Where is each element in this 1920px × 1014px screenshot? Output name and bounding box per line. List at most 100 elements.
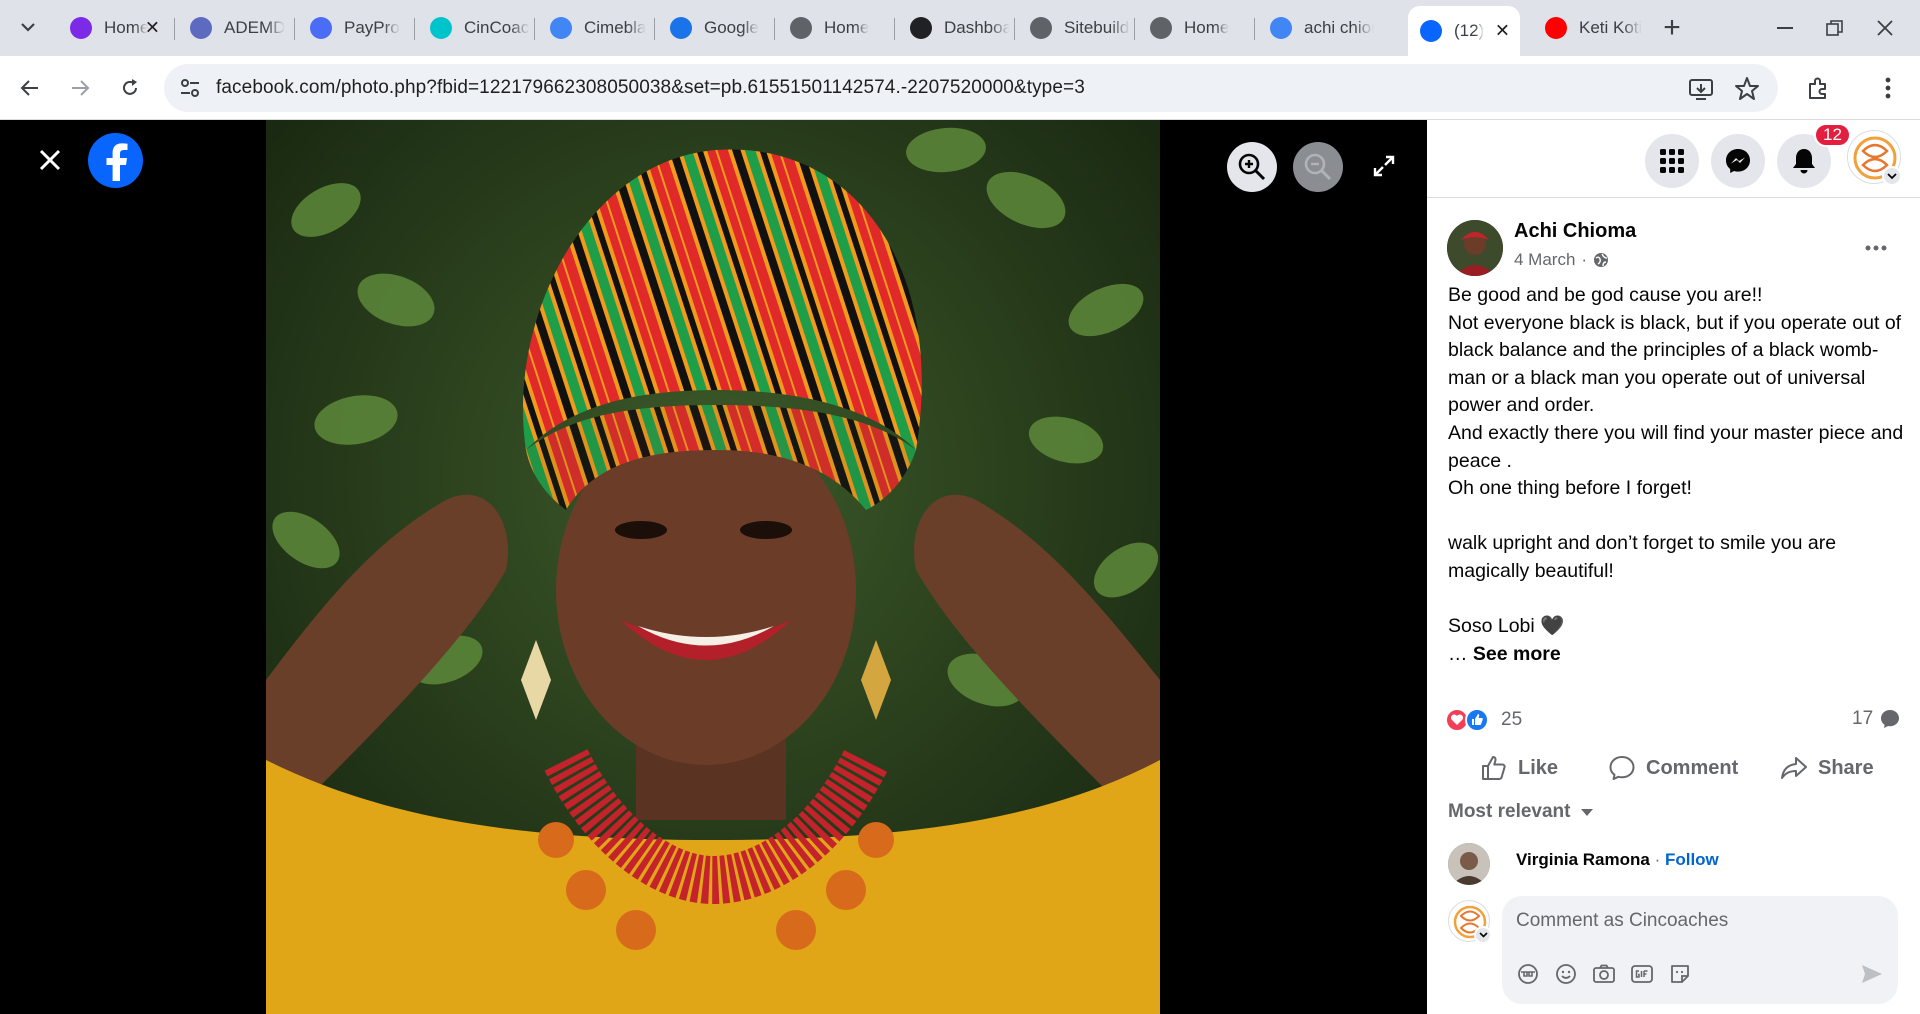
new-tab-button[interactable]: + xyxy=(1652,8,1692,48)
gif-button[interactable] xyxy=(1628,960,1656,988)
chevron-down-icon xyxy=(21,23,35,32)
minimize-button[interactable] xyxy=(1760,6,1810,50)
menu-grid-button[interactable] xyxy=(1645,134,1699,188)
vertical-dots-icon xyxy=(1885,77,1891,99)
tab-title: ADEMD xyxy=(224,18,286,37)
back-button[interactable] xyxy=(10,68,50,108)
comment-bubble-icon xyxy=(1881,710,1900,728)
commenter-photo xyxy=(1448,843,1490,885)
browser-tab[interactable]: ADEMD xyxy=(178,8,290,48)
tab-search-dropdown[interactable] xyxy=(10,10,46,44)
comment-label: Comment xyxy=(1646,756,1739,779)
avatar-sticker-button[interactable] xyxy=(1514,960,1542,988)
photo-attach-button[interactable] xyxy=(1590,960,1618,988)
commenter-avatar[interactable] xyxy=(1448,843,1490,885)
close-window-button[interactable] xyxy=(1860,6,1910,50)
reload-button[interactable] xyxy=(110,68,150,108)
forward-button[interactable] xyxy=(60,68,100,108)
post-blank-line xyxy=(1448,586,1904,614)
close-icon xyxy=(39,149,61,171)
comment-sort-dropdown[interactable]: Most relevant xyxy=(1448,801,1594,823)
comment-input[interactable] xyxy=(1516,906,1876,936)
globe-icon xyxy=(1030,17,1052,39)
ellipsis: … xyxy=(1448,642,1473,665)
tab-title: Google xyxy=(704,18,759,37)
account-menu-chevron[interactable] xyxy=(1882,166,1902,186)
install-app-icon[interactable] xyxy=(1688,76,1714,102)
browser-tab[interactable]: (12) ✕ xyxy=(1408,6,1520,56)
url-text[interactable]: facebook.com/photo.php?fbid=122179662308… xyxy=(216,77,1085,99)
browser-tab[interactable]: Sitebuilder xyxy=(1018,8,1130,48)
tab-separator xyxy=(294,18,295,40)
sort-label-text: Most relevant xyxy=(1448,801,1571,822)
facebook-logo[interactable] xyxy=(88,133,143,188)
browser-tab[interactable]: achi chioma xyxy=(1258,8,1398,48)
bookmark-star-icon[interactable] xyxy=(1734,76,1760,102)
tab-separator xyxy=(534,18,535,40)
comment-button[interactable]: Comment xyxy=(1608,750,1738,786)
address-bar[interactable]: facebook.com/photo.php?fbid=122179662308… xyxy=(164,64,1778,112)
close-tab-icon[interactable]: ✕ xyxy=(145,18,160,39)
post-line: Soso Lobi 🖤 xyxy=(1448,615,1565,638)
reaction-summary[interactable]: 25 xyxy=(1445,708,1522,732)
tab-title: Keti Koti xyxy=(1579,18,1643,37)
chevron-down-icon xyxy=(1478,932,1488,938)
browser-tab[interactable]: Home xyxy=(1138,8,1250,48)
see-more-link[interactable]: See more xyxy=(1473,643,1561,665)
post-options-button[interactable] xyxy=(1858,230,1894,266)
facebook-f-icon xyxy=(106,142,127,181)
send-comment-button[interactable] xyxy=(1856,958,1888,990)
tab-separator xyxy=(174,18,175,40)
restore-button[interactable] xyxy=(1810,6,1860,50)
avatar-sticker-icon xyxy=(1518,964,1538,984)
more-horizontal-icon xyxy=(1865,245,1887,251)
browser-tab[interactable]: Keti Koti xyxy=(1533,8,1643,48)
photo-viewer xyxy=(0,120,1427,1014)
commenter-line: Virginia Ramona · Follow xyxy=(1516,850,1719,870)
post-date[interactable]: 4 March xyxy=(1514,250,1575,270)
author-name[interactable]: Achi Chioma xyxy=(1514,220,1636,243)
follow-link[interactable]: Follow xyxy=(1665,850,1719,869)
browser-tab[interactable]: Dashboard xyxy=(898,8,1010,48)
author-photo xyxy=(1447,220,1503,276)
like-button[interactable]: Like xyxy=(1480,750,1558,786)
author-avatar[interactable] xyxy=(1447,220,1503,276)
youtube-icon xyxy=(1545,17,1567,39)
puzzle-icon xyxy=(1809,77,1826,99)
share-button[interactable]: Share xyxy=(1780,750,1874,786)
commenter-name[interactable]: Virginia Ramona xyxy=(1516,850,1650,869)
comment-count[interactable]: 17 xyxy=(1852,708,1901,730)
commenter-dot: · xyxy=(1649,850,1665,869)
browser-tab[interactable]: CinCoaches xyxy=(418,8,530,48)
zoom-out-button[interactable] xyxy=(1293,142,1343,192)
messenger-button[interactable] xyxy=(1711,134,1765,188)
calendar-icon xyxy=(670,17,692,39)
browser-tab[interactable]: Home ✕ xyxy=(58,8,170,48)
zoom-in-icon xyxy=(1238,153,1266,181)
send-icon xyxy=(1862,965,1882,983)
caret-down-icon xyxy=(1581,808,1594,816)
globe-icon xyxy=(1150,17,1172,39)
post-line: Oh one thing before I forget! xyxy=(1448,477,1692,500)
browser-tab[interactable]: PayPro xyxy=(298,8,410,48)
post-photo[interactable] xyxy=(266,120,1160,1014)
fullscreen-button[interactable] xyxy=(1368,150,1400,182)
camera-icon xyxy=(1593,964,1615,983)
browser-tab[interactable]: Home xyxy=(778,8,890,48)
site-info-icon[interactable] xyxy=(178,76,202,100)
extensions-button[interactable] xyxy=(1798,68,1838,108)
comment-icon xyxy=(1609,756,1635,780)
tab-separator xyxy=(654,18,655,40)
tab-separator xyxy=(1014,18,1015,40)
close-tab-icon[interactable]: ✕ xyxy=(1495,21,1510,42)
zoom-in-button[interactable] xyxy=(1227,142,1277,192)
composer-profile-chevron[interactable] xyxy=(1474,926,1492,944)
comment-composer xyxy=(1502,896,1898,1004)
emoji-button[interactable] xyxy=(1552,960,1580,988)
close-viewer-button[interactable] xyxy=(30,140,70,180)
sticker-button[interactable] xyxy=(1666,960,1694,988)
browser-menu-button[interactable] xyxy=(1868,68,1908,108)
notification-badge: 12 xyxy=(1814,123,1851,147)
browser-tab[interactable]: Cimebla xyxy=(538,8,650,48)
browser-tab[interactable]: Google xyxy=(658,8,770,48)
